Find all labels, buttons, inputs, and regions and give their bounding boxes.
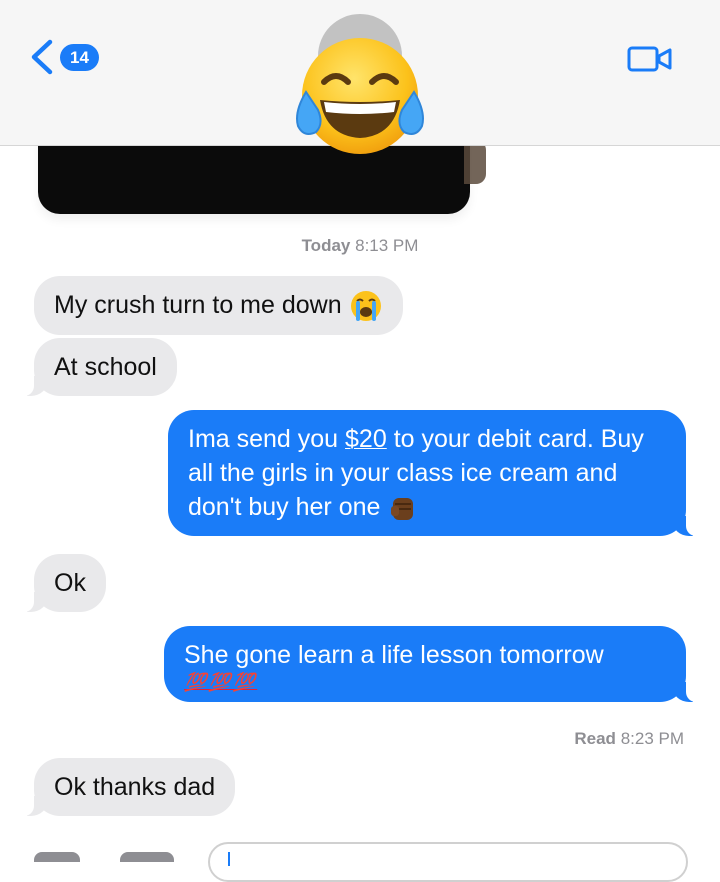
message-outgoing[interactable]: She gone learn a life lesson tomorrow 💯💯… bbox=[164, 626, 696, 702]
apps-icon[interactable] bbox=[120, 852, 174, 862]
unread-count-badge: 14 bbox=[60, 43, 99, 71]
money-link[interactable]: $20 bbox=[345, 425, 387, 453]
tears-of-joy-emoji bbox=[296, 38, 424, 154]
read-receipt: Read 8:23 PM bbox=[574, 729, 684, 748]
camera-icon[interactable] bbox=[34, 852, 80, 862]
message-input[interactable] bbox=[208, 842, 688, 882]
hundred-points-emoji: 💯💯💯 bbox=[184, 672, 258, 692]
text-caret bbox=[228, 852, 230, 866]
chevron-left-icon bbox=[31, 39, 53, 75]
media-edge bbox=[464, 140, 486, 184]
video-camera-icon[interactable] bbox=[626, 44, 674, 74]
message-outgoing[interactable]: Ima send you $20 to your debit card. Buy… bbox=[168, 410, 696, 537]
loudly-crying-face-emoji bbox=[350, 291, 381, 322]
timestamp: Today 8:13 PM bbox=[301, 236, 419, 255]
message-incoming[interactable]: My crush turn to me down bbox=[34, 276, 403, 336]
compose-bar bbox=[0, 838, 720, 882]
message-incoming[interactable]: Ok bbox=[24, 554, 106, 612]
raised-fist-emoji bbox=[391, 498, 414, 521]
back-button[interactable]: 14 bbox=[24, 38, 99, 76]
message-incoming[interactable]: Ok thanks dad bbox=[23, 758, 236, 816]
message-incoming[interactable]: At school bbox=[24, 338, 177, 396]
